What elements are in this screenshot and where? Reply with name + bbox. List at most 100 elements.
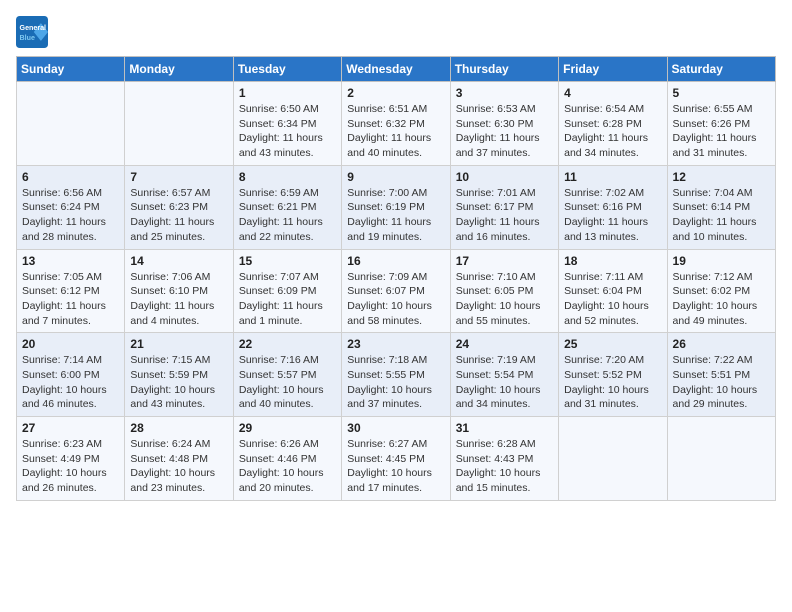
- day-info: Sunrise: 6:51 AMSunset: 6:32 PMDaylight:…: [347, 102, 444, 161]
- svg-text:General: General: [20, 24, 47, 32]
- calendar-cell: 6 Sunrise: 6:56 AMSunset: 6:24 PMDaylight…: [17, 165, 125, 249]
- calendar-cell: [17, 82, 125, 166]
- day-info: Sunrise: 7:09 AMSunset: 6:07 PMDaylight:…: [347, 270, 444, 329]
- day-info: Sunrise: 6:55 AMSunset: 6:26 PMDaylight:…: [673, 102, 770, 161]
- calendar-cell: [125, 82, 233, 166]
- day-number: 19: [673, 254, 770, 268]
- day-number: 1: [239, 86, 336, 100]
- day-info: Sunrise: 6:23 AMSunset: 4:49 PMDaylight:…: [22, 437, 119, 496]
- day-info: Sunrise: 6:27 AMSunset: 4:45 PMDaylight:…: [347, 437, 444, 496]
- calendar-cell: 1 Sunrise: 6:50 AMSunset: 6:34 PMDaylight…: [233, 82, 341, 166]
- calendar-cell: 7 Sunrise: 6:57 AMSunset: 6:23 PMDaylight…: [125, 165, 233, 249]
- day-number: 30: [347, 421, 444, 435]
- calendar-cell: 26Sunrise: 7:22 AMSunset: 5:51 PMDayligh…: [667, 333, 775, 417]
- day-info: Sunrise: 7:14 AMSunset: 6:00 PMDaylight:…: [22, 353, 119, 412]
- day-info: Sunrise: 7:04 AMSunset: 6:14 PMDaylight:…: [673, 186, 770, 245]
- day-number: 2: [347, 86, 444, 100]
- day-number: 4: [564, 86, 661, 100]
- day-number: 29: [239, 421, 336, 435]
- day-number: 27: [22, 421, 119, 435]
- day-number: 22: [239, 337, 336, 351]
- day-number: 10: [456, 170, 553, 184]
- calendar-cell: [559, 417, 667, 501]
- calendar-cell: 19 Sunrise: 7:12 AMSunset: 6:02 PMDayligh…: [667, 249, 775, 333]
- day-number: 6: [22, 170, 119, 184]
- day-info: Sunrise: 6:54 AMSunset: 6:28 PMDaylight:…: [564, 102, 661, 161]
- calendar-cell: 9 Sunrise: 7:00 AMSunset: 6:19 PMDaylight…: [342, 165, 450, 249]
- day-number: 23: [347, 337, 444, 351]
- calendar-cell: 23Sunrise: 7:18 AMSunset: 5:55 PMDayligh…: [342, 333, 450, 417]
- day-info: Sunrise: 7:19 AMSunset: 5:54 PMDaylight:…: [456, 353, 553, 412]
- day-number: 17: [456, 254, 553, 268]
- day-number: 14: [130, 254, 227, 268]
- day-info: Sunrise: 7:00 AMSunset: 6:19 PMDaylight:…: [347, 186, 444, 245]
- calendar-cell: 8 Sunrise: 6:59 AMSunset: 6:21 PMDaylight…: [233, 165, 341, 249]
- logo-icon: General Blue: [16, 16, 48, 48]
- calendar-cell: 11 Sunrise: 7:02 AMSunset: 6:16 PMDayligh…: [559, 165, 667, 249]
- day-number: 12: [673, 170, 770, 184]
- calendar-week-2: 6 Sunrise: 6:56 AMSunset: 6:24 PMDaylight…: [17, 165, 776, 249]
- calendar-week-4: 20 Sunrise: 7:14 AMSunset: 6:00 PMDayligh…: [17, 333, 776, 417]
- weekday-header-saturday: Saturday: [667, 57, 775, 82]
- day-info: Sunrise: 7:05 AMSunset: 6:12 PMDaylight:…: [22, 270, 119, 329]
- day-info: Sunrise: 7:10 AMSunset: 6:05 PMDaylight:…: [456, 270, 553, 329]
- day-number: 13: [22, 254, 119, 268]
- day-info: Sunrise: 7:20 AMSunset: 5:52 PMDaylight:…: [564, 353, 661, 412]
- calendar-table: SundayMondayTuesdayWednesdayThursdayFrid…: [16, 56, 776, 501]
- logo: General Blue: [16, 16, 48, 48]
- calendar-cell: 15 Sunrise: 7:07 AMSunset: 6:09 PMDayligh…: [233, 249, 341, 333]
- weekday-header-friday: Friday: [559, 57, 667, 82]
- weekday-header-monday: Monday: [125, 57, 233, 82]
- day-number: 7: [130, 170, 227, 184]
- calendar-cell: 17 Sunrise: 7:10 AMSunset: 6:05 PMDayligh…: [450, 249, 558, 333]
- calendar-cell: 10 Sunrise: 7:01 AMSunset: 6:17 PMDayligh…: [450, 165, 558, 249]
- calendar-cell: 28Sunrise: 6:24 AMSunset: 4:48 PMDayligh…: [125, 417, 233, 501]
- day-info: Sunrise: 7:01 AMSunset: 6:17 PMDaylight:…: [456, 186, 553, 245]
- svg-text:Blue: Blue: [20, 34, 35, 42]
- day-info: Sunrise: 6:56 AMSunset: 6:24 PMDaylight:…: [22, 186, 119, 245]
- day-info: Sunrise: 6:59 AMSunset: 6:21 PMDaylight:…: [239, 186, 336, 245]
- day-info: Sunrise: 7:15 AMSunset: 5:59 PMDaylight:…: [130, 353, 227, 412]
- day-number: 21: [130, 337, 227, 351]
- day-info: Sunrise: 6:57 AMSunset: 6:23 PMDaylight:…: [130, 186, 227, 245]
- day-number: 15: [239, 254, 336, 268]
- day-number: 11: [564, 170, 661, 184]
- day-number: 20: [22, 337, 119, 351]
- calendar-cell: 3 Sunrise: 6:53 AMSunset: 6:30 PMDaylight…: [450, 82, 558, 166]
- calendar-week-1: 1 Sunrise: 6:50 AMSunset: 6:34 PMDaylight…: [17, 82, 776, 166]
- weekday-header-thursday: Thursday: [450, 57, 558, 82]
- day-info: Sunrise: 6:50 AMSunset: 6:34 PMDaylight:…: [239, 102, 336, 161]
- day-number: 25: [564, 337, 661, 351]
- calendar-cell: 30 Sunrise: 6:27 AMSunset: 4:45 PMDayligh…: [342, 417, 450, 501]
- calendar-cell: 31Sunrise: 6:28 AMSunset: 4:43 PMDayligh…: [450, 417, 558, 501]
- day-number: 8: [239, 170, 336, 184]
- calendar-cell: 14 Sunrise: 7:06 AMSunset: 6:10 PMDayligh…: [125, 249, 233, 333]
- day-number: 24: [456, 337, 553, 351]
- day-number: 9: [347, 170, 444, 184]
- day-number: 28: [130, 421, 227, 435]
- day-number: 16: [347, 254, 444, 268]
- calendar-cell: 13 Sunrise: 7:05 AMSunset: 6:12 PMDayligh…: [17, 249, 125, 333]
- calendar-cell: 22 Sunrise: 7:16 AMSunset: 5:57 PMDayligh…: [233, 333, 341, 417]
- calendar-cell: 2 Sunrise: 6:51 AMSunset: 6:32 PMDaylight…: [342, 82, 450, 166]
- calendar-week-3: 13 Sunrise: 7:05 AMSunset: 6:12 PMDayligh…: [17, 249, 776, 333]
- weekday-header-sunday: Sunday: [17, 57, 125, 82]
- page-header: General Blue: [16, 16, 776, 48]
- day-info: Sunrise: 6:53 AMSunset: 6:30 PMDaylight:…: [456, 102, 553, 161]
- weekday-header-tuesday: Tuesday: [233, 57, 341, 82]
- day-info: Sunrise: 6:26 AMSunset: 4:46 PMDaylight:…: [239, 437, 336, 496]
- day-info: Sunrise: 7:16 AMSunset: 5:57 PMDaylight:…: [239, 353, 336, 412]
- day-info: Sunrise: 7:07 AMSunset: 6:09 PMDaylight:…: [239, 270, 336, 329]
- day-info: Sunrise: 7:02 AMSunset: 6:16 PMDaylight:…: [564, 186, 661, 245]
- calendar-cell: 5Sunrise: 6:55 AMSunset: 6:26 PMDaylight…: [667, 82, 775, 166]
- day-info: Sunrise: 6:28 AMSunset: 4:43 PMDaylight:…: [456, 437, 553, 496]
- day-info: Sunrise: 7:12 AMSunset: 6:02 PMDaylight:…: [673, 270, 770, 329]
- calendar-cell: 29 Sunrise: 6:26 AMSunset: 4:46 PMDayligh…: [233, 417, 341, 501]
- day-info: Sunrise: 7:11 AMSunset: 6:04 PMDaylight:…: [564, 270, 661, 329]
- calendar-cell: 18 Sunrise: 7:11 AMSunset: 6:04 PMDayligh…: [559, 249, 667, 333]
- calendar-cell: 27 Sunrise: 6:23 AMSunset: 4:49 PMDayligh…: [17, 417, 125, 501]
- day-number: 18: [564, 254, 661, 268]
- day-info: Sunrise: 7:06 AMSunset: 6:10 PMDaylight:…: [130, 270, 227, 329]
- calendar-cell: [667, 417, 775, 501]
- day-number: 3: [456, 86, 553, 100]
